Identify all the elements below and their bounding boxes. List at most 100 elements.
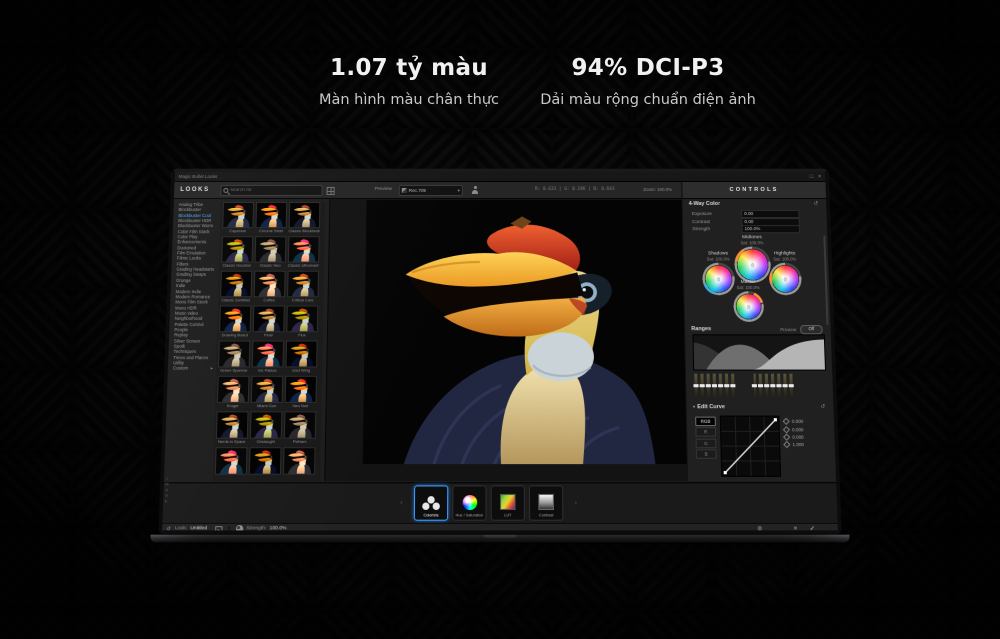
look-thumb[interactable] xyxy=(215,447,248,481)
test-image-icon[interactable] xyxy=(471,186,479,194)
minimize-icon[interactable]: □ xyxy=(810,173,814,179)
scroll-left-icon[interactable]: ‹ xyxy=(400,499,403,506)
curve-channel-buttons: RGB RGB xyxy=(695,417,717,461)
slider-knob[interactable] xyxy=(770,384,775,387)
look-thumb[interactable] xyxy=(249,447,282,481)
curve-value[interactable]: 0.000 xyxy=(792,434,803,439)
slider-knob[interactable] xyxy=(693,384,698,387)
look-thumb-classic-neo[interactable]: Classic Neo xyxy=(254,236,286,270)
range-slider[interactable] xyxy=(694,374,697,399)
looks-category-custom[interactable]: Custom▸ xyxy=(168,366,215,372)
range-slider[interactable] xyxy=(790,374,793,399)
controls-scrollbar[interactable] xyxy=(823,235,828,325)
save-icon[interactable] xyxy=(215,526,222,531)
curve-channel-b[interactable]: B xyxy=(696,449,717,459)
range-slider[interactable] xyxy=(700,374,703,399)
look-thumb-coffee[interactable]: Coffee xyxy=(253,271,285,306)
strength-value[interactable]: 100.0% xyxy=(269,526,286,530)
look-thumb-drawing-board[interactable]: Drawing Board xyxy=(219,305,252,340)
look-thumb-green-sparrow[interactable]: Green Sparrow xyxy=(218,341,251,376)
curve-value[interactable]: 1.000 xyxy=(792,442,803,447)
slider-knob[interactable] xyxy=(699,384,704,387)
wheel-handle[interactable] xyxy=(751,264,753,266)
look-thumb-onslaught[interactable]: Onslaught xyxy=(250,411,283,447)
reset-icon[interactable]: ↺ xyxy=(813,201,818,207)
look-thumb-iced-wing[interactable]: Iced Wing xyxy=(285,341,317,376)
range-slider[interactable] xyxy=(731,374,734,399)
look-thumb-ice-palace[interactable]: Ice Palace xyxy=(252,341,285,376)
gear-icon[interactable]: ⚙ xyxy=(757,526,762,531)
param-value-field[interactable]: 100.0% xyxy=(741,225,800,233)
search-input[interactable] xyxy=(230,188,321,193)
grid-view-icon[interactable] xyxy=(327,187,335,195)
slider-knob[interactable] xyxy=(764,384,769,387)
ranges-graph[interactable] xyxy=(692,334,826,370)
range-slider[interactable] xyxy=(725,374,728,399)
slider-knob[interactable] xyxy=(783,384,788,387)
slider-knob[interactable] xyxy=(724,384,729,387)
search-field[interactable] xyxy=(220,185,323,196)
cancel-icon[interactable]: × xyxy=(793,526,797,531)
reset-icon[interactable]: ↺ xyxy=(820,404,825,410)
look-thumbnail-image xyxy=(253,305,285,332)
curve-value[interactable]: 0.000 xyxy=(792,427,803,432)
slider-knob[interactable] xyxy=(706,384,711,387)
look-thumb-classic-zombies[interactable]: Classic Zombies xyxy=(220,271,252,306)
curve-channel-g[interactable]: G xyxy=(696,438,717,448)
ranges-preview-toggle[interactable]: Off xyxy=(800,325,823,334)
curve-channel-rgb[interactable]: RGB xyxy=(695,417,716,426)
range-slider[interactable] xyxy=(706,374,709,399)
slider-knob[interactable] xyxy=(789,384,794,387)
range-slider[interactable] xyxy=(784,374,787,399)
tool-hue-saturation[interactable]: Hue / Saturation xyxy=(452,485,486,520)
look-thumb-chrome-steel[interactable]: Chrome Steel xyxy=(255,202,287,236)
slider-knob[interactable] xyxy=(777,384,782,387)
range-slider[interactable] xyxy=(771,374,774,399)
slider-knob[interactable] xyxy=(730,384,735,387)
range-slider[interactable] xyxy=(759,374,762,399)
scroll-right-icon[interactable]: › xyxy=(575,499,577,506)
look-thumb-classic-ultramarine[interactable]: Classic Ultramarine xyxy=(288,236,320,270)
range-slider[interactable] xyxy=(713,374,716,399)
slider-knob[interactable] xyxy=(758,384,763,387)
tool-lut[interactable]: LUT xyxy=(491,485,525,520)
colorista-icon xyxy=(427,496,434,503)
look-thumb[interactable] xyxy=(283,447,316,481)
curve-editor[interactable] xyxy=(720,416,781,477)
wheel-handle[interactable] xyxy=(747,306,749,308)
range-slider[interactable] xyxy=(719,374,722,399)
section-expander-icon[interactable]: ▾ xyxy=(693,404,695,410)
look-thumb-classic-houston[interactable]: Classic Houston xyxy=(221,236,253,270)
range-slider[interactable] xyxy=(765,374,768,399)
look-thumb-miami-gun[interactable]: Miami Gun xyxy=(251,376,284,412)
look-thumb-nerds-in-space[interactable]: Nerds in Space xyxy=(216,411,249,447)
curve-channel-r[interactable]: R xyxy=(695,428,716,437)
slider-knob[interactable] xyxy=(718,384,723,387)
range-slider[interactable] xyxy=(753,374,756,399)
color-wheel-master[interactable]: MasterSat: 100.0% xyxy=(715,280,783,322)
look-thumb-final[interactable]: Final xyxy=(252,305,284,340)
tool-contrast[interactable]: Contrast xyxy=(529,485,563,520)
look-thumb-pelham[interactable]: Pelham xyxy=(284,411,317,447)
foam-tile xyxy=(73,450,151,528)
reset-icon[interactable]: ↺ xyxy=(166,526,171,531)
look-name[interactable]: Untitled xyxy=(190,526,207,530)
hue-wheel[interactable] xyxy=(733,292,764,323)
look-thumb-critical-care[interactable]: Critical Care xyxy=(287,271,319,306)
look-thumb-kruger[interactable]: Kruger xyxy=(217,376,250,412)
look-thumb-neo-noir[interactable]: Neo Noir xyxy=(284,376,317,412)
look-thumb-flux[interactable]: Flux xyxy=(286,305,318,340)
range-slider[interactable] xyxy=(778,374,781,399)
curve-value[interactable]: 0.000 xyxy=(792,419,803,424)
close-icon[interactable]: × xyxy=(818,173,821,179)
foam-tile xyxy=(393,610,471,639)
look-thumb-classic-blockbuster[interactable]: Classic Blockbuster xyxy=(288,202,320,236)
tool-colorista[interactable]: Colorista xyxy=(414,485,448,520)
look-thumb-capstone[interactable]: Capstone xyxy=(222,202,254,236)
slider-knob[interactable] xyxy=(752,384,757,387)
tool-label: Contrast xyxy=(539,513,553,517)
slider-knob[interactable] xyxy=(712,384,717,387)
wheel-handle[interactable] xyxy=(784,278,786,280)
confirm-icon[interactable]: ✓ xyxy=(810,525,815,530)
preview-colorspace-select[interactable]: Rec.709 ▾ xyxy=(399,185,463,196)
